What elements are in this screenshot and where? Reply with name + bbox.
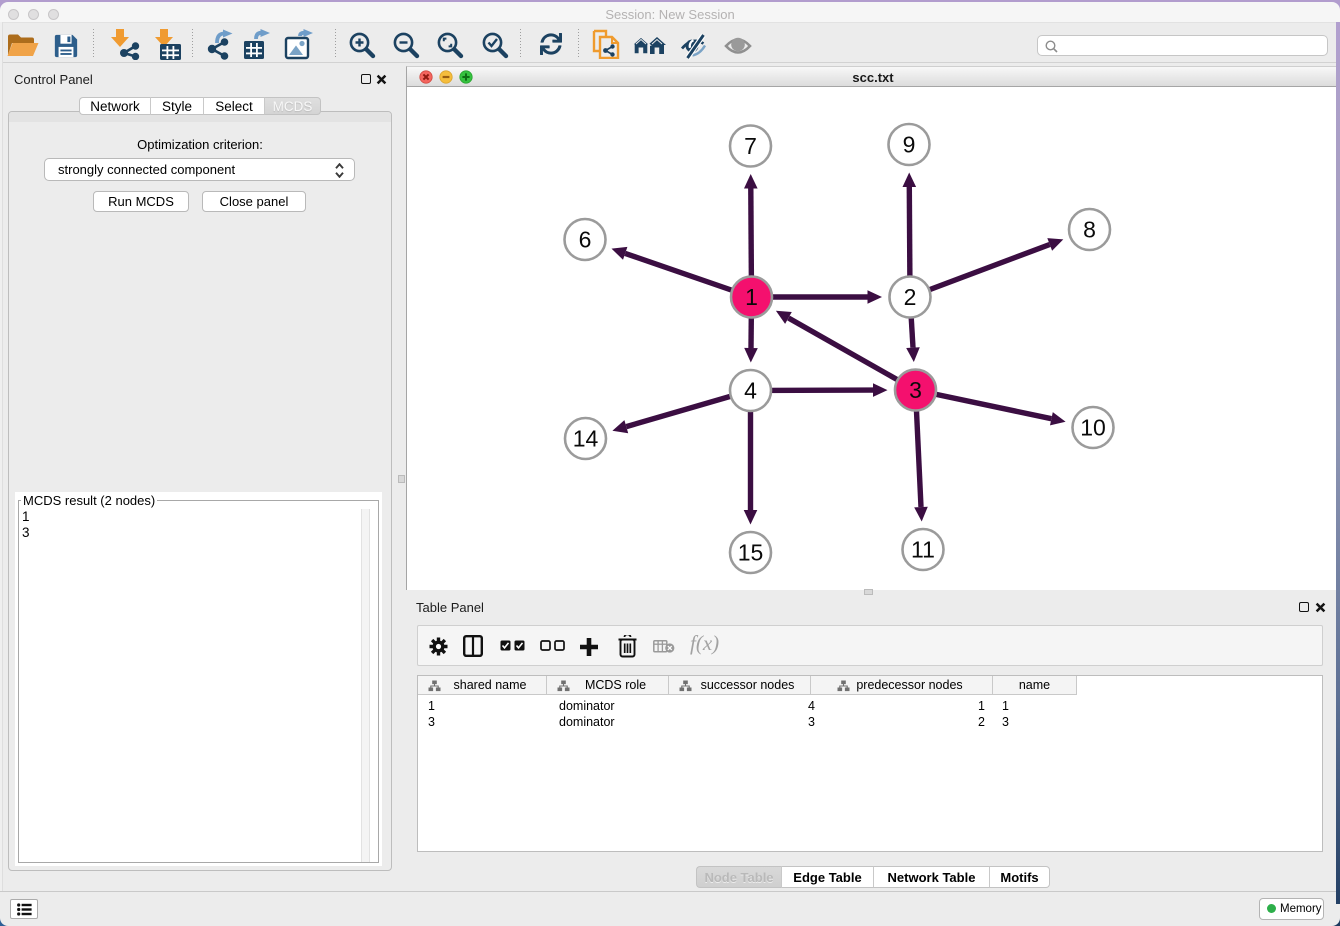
svg-text:10: 10: [1080, 415, 1106, 441]
svg-text:14: 14: [573, 426, 599, 452]
svg-text:1: 1: [745, 284, 758, 310]
svg-text:6: 6: [579, 227, 592, 253]
svg-text:15: 15: [738, 540, 764, 566]
svg-text:7: 7: [744, 133, 757, 159]
svg-text:2: 2: [904, 284, 917, 310]
svg-text:11: 11: [911, 537, 935, 563]
svg-text:8: 8: [1083, 217, 1096, 243]
svg-text:3: 3: [909, 377, 922, 403]
svg-text:4: 4: [744, 378, 757, 404]
svg-text:9: 9: [903, 132, 916, 158]
